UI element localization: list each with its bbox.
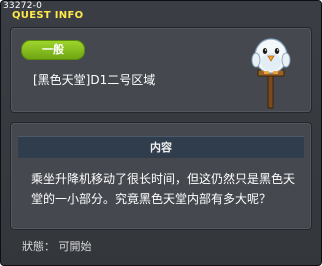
quest-name: [黑色天堂]D1二号区域 — [33, 73, 156, 87]
quest-status: 狀態： 可開始 — [22, 240, 92, 253]
window-title: QUEST INFO — [12, 10, 84, 21]
quest-description: 乘坐升降机移动了很长时间，但这仍然只是黑色天堂的一小部分。究竟黑色天堂内部有多大… — [31, 172, 296, 206]
content-header: 内容 — [18, 136, 304, 158]
quest-summary-panel: 一般 [黑色天堂]D1二号区域 — [10, 27, 312, 113]
quest-content-panel: 内容 乘坐升降机移动了很长时间，但这仍然只是黑色天堂的一小部分。究竟黑色天堂内部… — [10, 122, 312, 230]
category-badge: 一般 — [21, 40, 85, 60]
snowbird-signpost-icon — [243, 32, 299, 114]
quest-info-window: 33272-0 QUEST INFO 一般 [黑色天堂]D1二号区域 内容 乘坐… — [0, 0, 322, 266]
